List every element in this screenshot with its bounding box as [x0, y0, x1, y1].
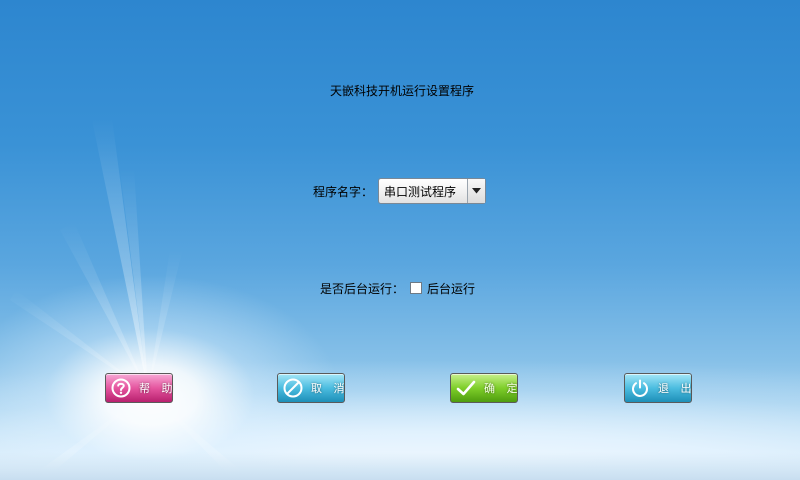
question-icon [111, 378, 131, 398]
cancel-button-label: 取 消 [311, 382, 349, 395]
exit-button-label: 退 出 [658, 382, 696, 395]
background-run-checkbox-label[interactable]: 后台运行 [427, 281, 475, 297]
help-button-label: 帮 助 [139, 382, 177, 395]
check-icon [456, 378, 476, 398]
program-name-dropdown[interactable]: 串口测试程序 [378, 178, 486, 204]
cancel-button[interactable]: 取 消 [277, 373, 345, 403]
background-run-checkbox[interactable] [410, 282, 422, 294]
dropdown-arrow-icon[interactable] [467, 179, 485, 203]
no-entry-icon [283, 378, 303, 398]
horizon-decoration [0, 452, 800, 480]
exit-button[interactable]: 退 出 [624, 373, 692, 403]
background-run-label: 是否后台运行： [320, 282, 405, 296]
ok-button[interactable]: 确 定 [450, 373, 518, 403]
ok-button-label: 确 定 [484, 382, 522, 395]
power-icon [630, 378, 650, 398]
page-title: 天嵌科技开机运行设置程序 [330, 84, 475, 98]
help-button[interactable]: 帮 助 [105, 373, 173, 403]
program-name-value: 串口测试程序 [384, 184, 457, 199]
light-rays-decoration [10, 118, 240, 478]
program-name-label: 程序名字： [313, 185, 374, 199]
